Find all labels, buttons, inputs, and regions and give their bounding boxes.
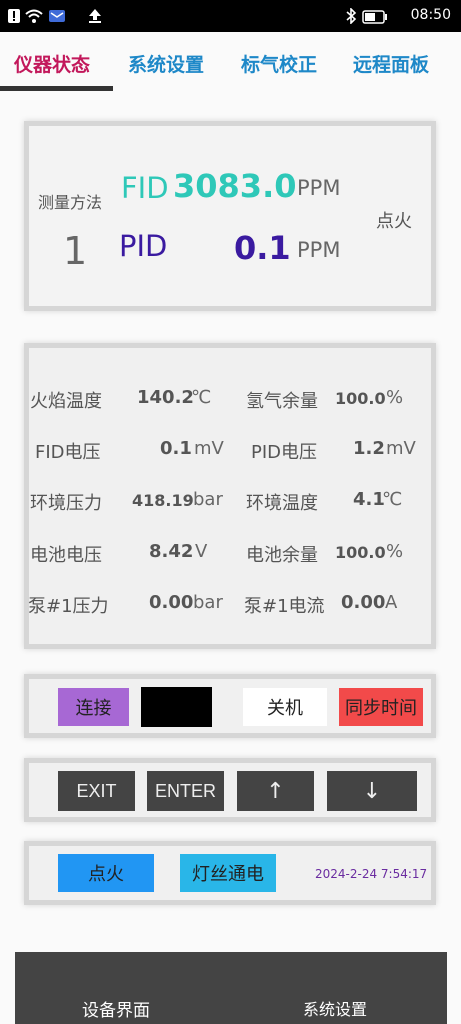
ignition-panel: 点火 灯丝通电 2024-2-24 7:54:17: [24, 841, 436, 905]
battery-voltage-unit: V: [195, 541, 208, 562]
h2-label: 氢气余量: [246, 391, 318, 412]
color-indicator: [141, 687, 212, 727]
env-pressure-unit: bar: [193, 489, 223, 510]
enter-button[interactable]: ENTER: [147, 771, 224, 811]
pump-pressure-label: 泵#1压力: [28, 596, 109, 617]
pump-current-unit: A: [385, 592, 398, 613]
pump-pressure-unit: bar: [193, 592, 223, 613]
filament-button[interactable]: 灯丝通电: [180, 854, 276, 892]
battery-icon: [362, 10, 387, 24]
pid-unit: PPM: [297, 238, 341, 262]
pid-value: 0.1: [234, 229, 291, 267]
shutdown-button[interactable]: 关机: [243, 688, 327, 726]
flame-temp-unit: ℃: [191, 387, 212, 408]
pump-current-value: 0.00: [341, 592, 386, 613]
flame-temp-value: 140.2: [137, 387, 194, 408]
clock: 08:50: [410, 7, 451, 23]
control-panel: 连接 关机 同步时间: [24, 674, 436, 738]
alert-icon: [8, 9, 20, 23]
up-button[interactable]: ↑: [237, 771, 314, 811]
pid-label: PID: [119, 229, 168, 263]
mail-icon: [49, 10, 65, 22]
pump-pressure-value: 0.00: [149, 592, 194, 613]
env-temp-label: 环境温度: [246, 493, 318, 514]
tab-indicator: [0, 86, 113, 91]
battery-remaining-unit: %: [386, 541, 404, 562]
env-temp-unit: ℃: [382, 489, 403, 510]
flame-temp-label: 火焰温度: [30, 391, 102, 412]
tab-calibration[interactable]: 标气校正: [241, 50, 317, 77]
pid-voltage-value: 1.2: [353, 438, 385, 459]
pid-voltage-label: PID电压: [251, 442, 318, 463]
tab-remote-panel[interactable]: 远程面板: [353, 50, 429, 77]
key-panel: EXIT ENTER ↑ ↓: [24, 758, 436, 822]
sync-time-button[interactable]: 同步时间: [339, 688, 423, 726]
fid-voltage-unit: mV: [194, 438, 224, 459]
connect-button[interactable]: 连接: [58, 688, 129, 726]
wifi-icon: [25, 9, 43, 23]
down-button[interactable]: ↓: [327, 771, 417, 811]
measurement-panel: 测量方法 1 FID 3083.0 PPM PID 0.1 PPM 点火: [24, 121, 436, 311]
tab-system-settings[interactable]: 系统设置: [128, 50, 204, 77]
battery-voltage-value: 8.42: [149, 541, 194, 562]
method-label: 测量方法: [38, 193, 103, 212]
fid-label: FID: [121, 171, 169, 205]
battery-voltage-label: 电池电压: [30, 545, 102, 566]
ignite-status: 点火: [376, 211, 412, 232]
pid-voltage-unit: mV: [386, 438, 416, 459]
upload-icon: [89, 9, 101, 23]
env-pressure-label: 环境压力: [30, 493, 102, 514]
parameters-panel: 火焰温度 140.2 ℃ 氢气余量 100.0 % FID电压 0.1 mV P…: [24, 343, 436, 649]
nav-device-interface[interactable]: 设备界面: [82, 996, 150, 1021]
exit-button[interactable]: EXIT: [58, 771, 135, 811]
env-pressure-value: 418.19: [132, 491, 194, 510]
fid-unit: PPM: [297, 176, 341, 200]
bottom-nav: 设备界面 系统设置: [15, 952, 447, 1024]
h2-unit: %: [386, 387, 404, 408]
status-bar: 08:50: [0, 0, 461, 32]
nav-system-settings[interactable]: 系统设置: [303, 996, 367, 1020]
tab-instrument-status[interactable]: 仪器状态: [14, 50, 90, 77]
bluetooth-icon: [346, 8, 357, 24]
fid-voltage-label: FID电压: [35, 442, 101, 463]
ignite-button[interactable]: 点火: [58, 854, 154, 892]
fid-voltage-value: 0.1: [160, 438, 192, 459]
h2-value: 100.0: [335, 389, 386, 408]
method-value: 1: [63, 229, 88, 273]
fid-value: 3083.0: [173, 167, 297, 205]
datetime-display: 2024-2-24 7:54:17: [315, 867, 428, 881]
pump-current-label: 泵#1电流: [244, 596, 325, 617]
battery-remaining-label: 电池余量: [246, 545, 318, 566]
tab-bar: 仪器状态 系统设置 标气校正 远程面板: [0, 32, 461, 94]
battery-remaining-value: 100.0: [335, 543, 386, 562]
env-temp-value: 4.1: [353, 489, 385, 510]
